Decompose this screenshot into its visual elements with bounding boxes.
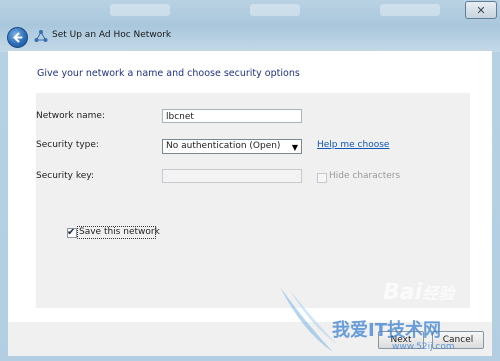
back-button[interactable]	[7, 27, 28, 48]
back-arrow-icon	[13, 32, 23, 43]
options-panel: Network name: lbcnet Security type: No a…	[36, 93, 470, 308]
network-name-label: Network name:	[36, 111, 105, 121]
watermark-brand: Bai经验	[383, 280, 455, 305]
security-type-label: Security type:	[36, 140, 99, 150]
hide-characters-label: Hide characters	[329, 171, 401, 181]
watermark-url: www.52ij.com	[392, 342, 455, 352]
security-key-input[interactable]	[162, 169, 302, 183]
hide-characters-checkbox[interactable]	[317, 173, 327, 183]
dropdown-arrow-icon: ▼	[291, 143, 298, 152]
wizard-title: Set Up an Ad Hoc Network	[52, 30, 172, 40]
security-key-label: Security key:	[36, 171, 94, 181]
network-name-input[interactable]: lbcnet	[162, 109, 302, 123]
security-type-value: No authentication (Open)	[166, 141, 281, 151]
ad-hoc-network-icon	[34, 30, 48, 42]
close-icon: ✕	[476, 3, 486, 17]
watermark-site-cn: 我爱IT技术网	[332, 320, 441, 341]
save-network-checkbox[interactable]: ✔	[67, 228, 77, 238]
help-me-choose-link[interactable]: Help me choose	[317, 140, 389, 150]
security-type-select[interactable]: No authentication (Open) ▼	[162, 139, 302, 154]
page-heading: Give your network a name and choose secu…	[37, 68, 300, 79]
checkmark-icon: ✔	[67, 227, 76, 238]
save-network-label: Save this network	[79, 227, 160, 237]
close-button[interactable]: ✕	[465, 1, 497, 19]
background-desktop-strip	[0, 0, 500, 52]
